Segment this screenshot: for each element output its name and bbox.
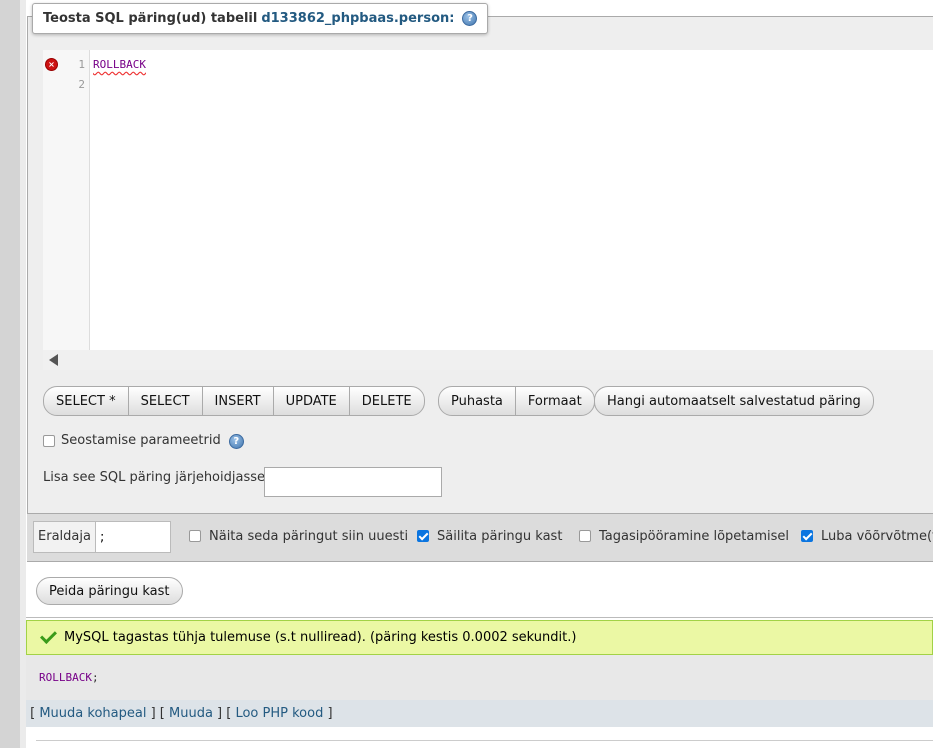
delimiter-input[interactable] [96, 522, 170, 552]
help-icon[interactable]: ? [462, 11, 478, 26]
bind-params-checkbox[interactable] [43, 434, 55, 447]
autoload-query-button[interactable]: Hangi automaatselt salvestatud päring [595, 387, 873, 415]
query-template-buttons: SELECT * SELECT INSERT UPDATE DELETE [43, 386, 425, 416]
rollback-option: Tagasipööramine lõpetamisel [579, 529, 789, 544]
error-icon: × [46, 59, 57, 70]
bookmark-label: Lisa see SQL päring järjehoidjasse: [43, 470, 270, 485]
show-again-checkbox[interactable] [189, 529, 201, 542]
delimiter-field: Eraldaja [33, 521, 171, 553]
show-again-option: Näita seda päringut siin uuesti [189, 529, 408, 544]
bookmark-input[interactable] [264, 467, 442, 497]
create-php-code-link[interactable]: Loo PHP kood [235, 706, 323, 721]
editor-tool-buttons: Puhasta Formaat [438, 386, 595, 416]
retain-box-option: Säilita päringu kast [417, 529, 562, 544]
line-number: 2 [78, 78, 85, 91]
executed-query-box: ROLLBACK; [26, 655, 933, 700]
legend-table-name: d133862_phpbaas.person: [261, 11, 455, 26]
divider [26, 617, 933, 618]
clear-button[interactable]: Puhasta [439, 387, 516, 415]
line-number: 1 [78, 58, 85, 71]
rollback-checkbox[interactable] [579, 529, 591, 542]
editor-code-line[interactable]: ROLLBACK [93, 58, 146, 71]
executed-query[interactable]: ROLLBACK; [39, 671, 99, 684]
panel-legend: Teosta SQL päring(ud) tabelil d133862_ph… [32, 3, 489, 34]
foreign-keys-checkbox[interactable] [801, 529, 813, 542]
bind-params-row: Seostamise parameetrid? [43, 433, 244, 449]
insert-button[interactable]: INSERT [203, 387, 274, 415]
delete-button[interactable]: DELETE [350, 387, 424, 415]
check-icon [40, 627, 57, 644]
options-bar: Eraldaja Näita seda päringut siin uuesti… [27, 513, 933, 561]
legend-prefix: Teosta SQL päring(ud) tabelil [43, 11, 258, 26]
select-star-button[interactable]: SELECT * [44, 387, 129, 415]
success-text: MySQL tagastas tühja tulemuse (s.t nulli… [64, 630, 577, 645]
show-again-label: Näita seda päringut siin uuesti [209, 529, 409, 544]
editor-horizontal-scrollbar[interactable] [43, 350, 933, 370]
rollback-label: Tagasipööramine lõpetamisel [599, 529, 790, 544]
query-actions: [ Muuda kohapeal ] [ Muuda ] [ Loo PHP k… [26, 700, 933, 727]
bind-params-label: Seostamise parameetrid [61, 433, 221, 448]
retain-box-checkbox[interactable] [417, 529, 429, 542]
foreign-keys-option: Luba võõrvõtme(te) [801, 529, 933, 544]
edit-link[interactable]: Muuda [169, 706, 213, 721]
edit-inline-link[interactable]: Muuda kohapeal [39, 706, 146, 721]
scroll-left-arrow-icon[interactable] [49, 354, 58, 366]
autoload-group: Hangi automaatselt salvestatud päring [594, 386, 874, 416]
editor-gutter: × 1 2 [43, 50, 90, 350]
help-icon[interactable]: ? [228, 434, 244, 449]
retain-box-label: Säilita päringu kast [437, 529, 563, 544]
left-frame-bar [0, 0, 26, 748]
update-button[interactable]: UPDATE [274, 387, 350, 415]
delimiter-label: Eraldaja [34, 522, 96, 552]
select-button[interactable]: SELECT [129, 387, 203, 415]
format-button[interactable]: Formaat [516, 387, 594, 415]
success-message: MySQL tagastas tühja tulemuse (s.t nulli… [26, 620, 933, 655]
bottom-divider [36, 740, 933, 741]
hide-query-box-button[interactable]: Peida päringu kast [36, 577, 183, 605]
foreign-keys-label: Luba võõrvõtme(te) [821, 529, 933, 544]
sql-editor[interactable]: × 1 2 ROLLBACK [43, 50, 933, 370]
